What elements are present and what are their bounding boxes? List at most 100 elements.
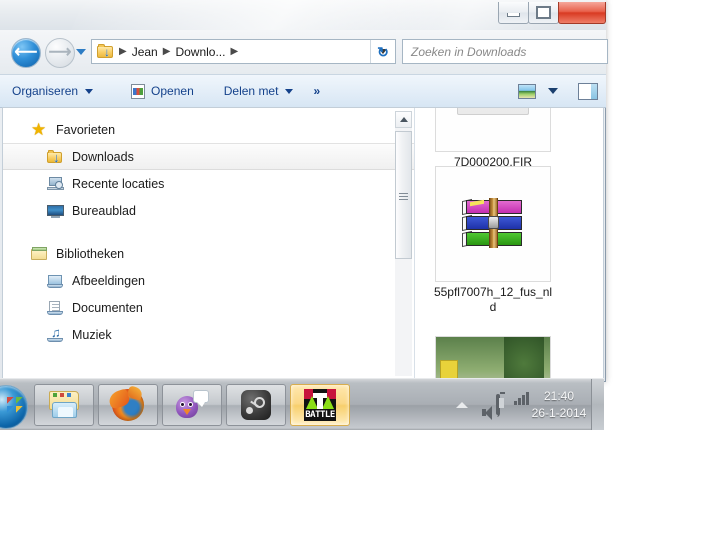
chevron-right-icon: ▶ [162, 46, 171, 57]
minimize-button[interactable] [498, 2, 529, 24]
triangle-up-icon [399, 117, 408, 122]
chevron-down-icon[interactable] [548, 88, 558, 94]
toolbar-overflow-button[interactable]: » [313, 84, 320, 98]
sidebar-item-label: Bureaublad [72, 203, 136, 218]
explorer-content: ★ Favorieten ↓ Downloads Recente locatie… [2, 107, 604, 381]
steam-icon [241, 390, 271, 420]
address-input[interactable]: ↓ ▶ Jean ▶ Downlo... ▶ [91, 39, 396, 64]
list-item[interactable]: 7D000200.FIR [433, 108, 553, 170]
pictures-icon [47, 273, 64, 289]
sidebar-item-recente-locaties[interactable]: Recente locaties [3, 170, 414, 197]
forward-button[interactable]: ⟶ [45, 38, 75, 68]
battery-icon[interactable] [496, 394, 500, 415]
battle-badge-text: BATTLE [305, 410, 335, 420]
clock-date: 26-1-2014 [531, 406, 587, 420]
change-view-icon[interactable] [518, 83, 536, 99]
taskbar-button-chat[interactable] [162, 384, 222, 426]
navigation-scrollbar[interactable] [395, 111, 412, 376]
show-hidden-icons-icon[interactable] [456, 402, 468, 408]
sidebar-item-bureaublad[interactable]: Bureaublad [3, 197, 414, 224]
search-placeholder: Zoeken in Downloads [411, 44, 527, 59]
open-file-icon [131, 83, 146, 99]
open-button[interactable]: Openen [123, 79, 202, 103]
clock-time: 21:40 [543, 389, 575, 403]
command-toolbar: Organiseren Openen Delen met » [0, 74, 606, 108]
sidebar-item-label: Recente locaties [72, 176, 165, 191]
grip-icon [399, 193, 408, 194]
organize-button[interactable]: Organiseren [4, 79, 101, 103]
sidebar-item-label: Muziek [72, 327, 112, 342]
sidebar-item-documenten[interactable]: Documenten [3, 294, 414, 321]
address-bar-row: ⟵ ⟶ ↓ ▶ Jean ▶ Downlo... ▶ ↻ Zoeken in D… [0, 30, 608, 74]
sidebar-item-label: Documenten [72, 300, 143, 315]
explorer-window: ⟵ ⟶ ↓ ▶ Jean ▶ Downlo... ▶ ↻ Zoeken in D… [0, 0, 608, 382]
sidebar-item-label: Afbeeldingen [72, 273, 145, 288]
taskbar-button-battle[interactable]: BATTLE [290, 384, 350, 426]
refresh-button[interactable]: ↻ [370, 40, 395, 63]
clock[interactable]: 21:40 26-1-2014 [528, 388, 590, 422]
list-item[interactable] [433, 336, 553, 381]
sidebar-group-bibliotheken[interactable]: Bibliotheken [3, 240, 414, 267]
taskbar-button-firefox[interactable] [98, 384, 158, 426]
window-title-bar[interactable] [0, 0, 606, 30]
scrollbar-thumb[interactable] [395, 131, 412, 259]
maximize-button[interactable] [528, 2, 559, 24]
show-desktop-button[interactable] [591, 379, 604, 430]
arrow-left-icon: ⟵ [14, 44, 38, 61]
refresh-icon: ↻ [377, 43, 389, 60]
sidebar-group-favorieten[interactable]: ★ Favorieten [3, 116, 414, 143]
star-icon: ★ [31, 119, 47, 139]
documents-icon [47, 300, 64, 316]
sidebar-item-muziek[interactable]: ♫ Muziek [3, 321, 414, 348]
search-input[interactable]: Zoeken in Downloads [402, 39, 608, 64]
desktop-screen: ⟵ ⟶ ↓ ▶ Jean ▶ Downlo... ▶ ↻ Zoeken in D… [0, 0, 715, 557]
sidebar-item-afbeeldingen[interactable]: Afbeeldingen [3, 267, 414, 294]
back-button[interactable]: ⟵ [11, 38, 41, 68]
file-thumbnail [435, 166, 551, 282]
chevron-right-icon: ▶ [119, 46, 127, 57]
organize-label: Organiseren [12, 84, 79, 98]
share-with-button[interactable]: Delen met [216, 79, 302, 103]
winrar-archive-icon [462, 198, 524, 250]
window-controls [498, 2, 606, 24]
recent-locations-icon [47, 176, 64, 192]
chevron-down-icon [85, 88, 94, 94]
music-icon: ♫ [47, 326, 64, 343]
open-label: Openen [151, 84, 194, 98]
taskbar-button-steam[interactable] [226, 384, 286, 426]
file-list-pane[interactable]: 7D000200.FIR 55pfl7007h_12_fus_nld [415, 108, 603, 381]
library-icon [31, 246, 48, 262]
start-button[interactable] [0, 385, 28, 429]
scroll-up-button[interactable] [395, 111, 412, 128]
share-label: Delen met [223, 84, 279, 98]
toolbar-right-group [518, 82, 598, 100]
sidebar-group-label: Favorieten [56, 122, 116, 137]
arrow-right-icon: ⟶ [48, 44, 72, 61]
battle-game-icon: BATTLE [304, 389, 336, 421]
photo-thumbnail [436, 337, 550, 381]
bird-chat-icon [175, 390, 209, 420]
sidebar-item-downloads[interactable]: ↓ Downloads [3, 143, 414, 170]
desktop-icon [47, 203, 64, 219]
downloads-folder-icon: ↓ [97, 44, 114, 59]
file-thumbnail [435, 108, 551, 152]
taskbar-button-explorer[interactable] [34, 384, 94, 426]
preview-pane-icon[interactable] [578, 82, 598, 100]
chevron-down-icon [285, 88, 294, 94]
file-name-label: 55pfl7007h_12_fus_nld [433, 285, 553, 314]
downloads-folder-icon: ↓ [47, 149, 64, 165]
explorer-icon [47, 391, 81, 419]
breadcrumb-item-user[interactable]: Jean [132, 45, 158, 59]
navigation-pane: ★ Favorieten ↓ Downloads Recente locatie… [3, 108, 415, 381]
close-button[interactable] [558, 2, 606, 24]
list-item[interactable]: 55pfl7007h_12_fus_nld [433, 166, 553, 315]
windows-logo-icon [7, 397, 23, 413]
maximize-icon [536, 6, 551, 19]
sidebar-item-label: Downloads [72, 149, 134, 164]
history-dropdown-icon[interactable] [76, 49, 86, 55]
sidebar-group-label: Bibliotheken [56, 246, 125, 261]
breadcrumb-item-folder[interactable]: Downlo... [175, 45, 225, 59]
taskbar: BATTLE 21:40 26-1-2014 [0, 378, 604, 430]
taskbar-buttons: BATTLE [34, 384, 350, 426]
